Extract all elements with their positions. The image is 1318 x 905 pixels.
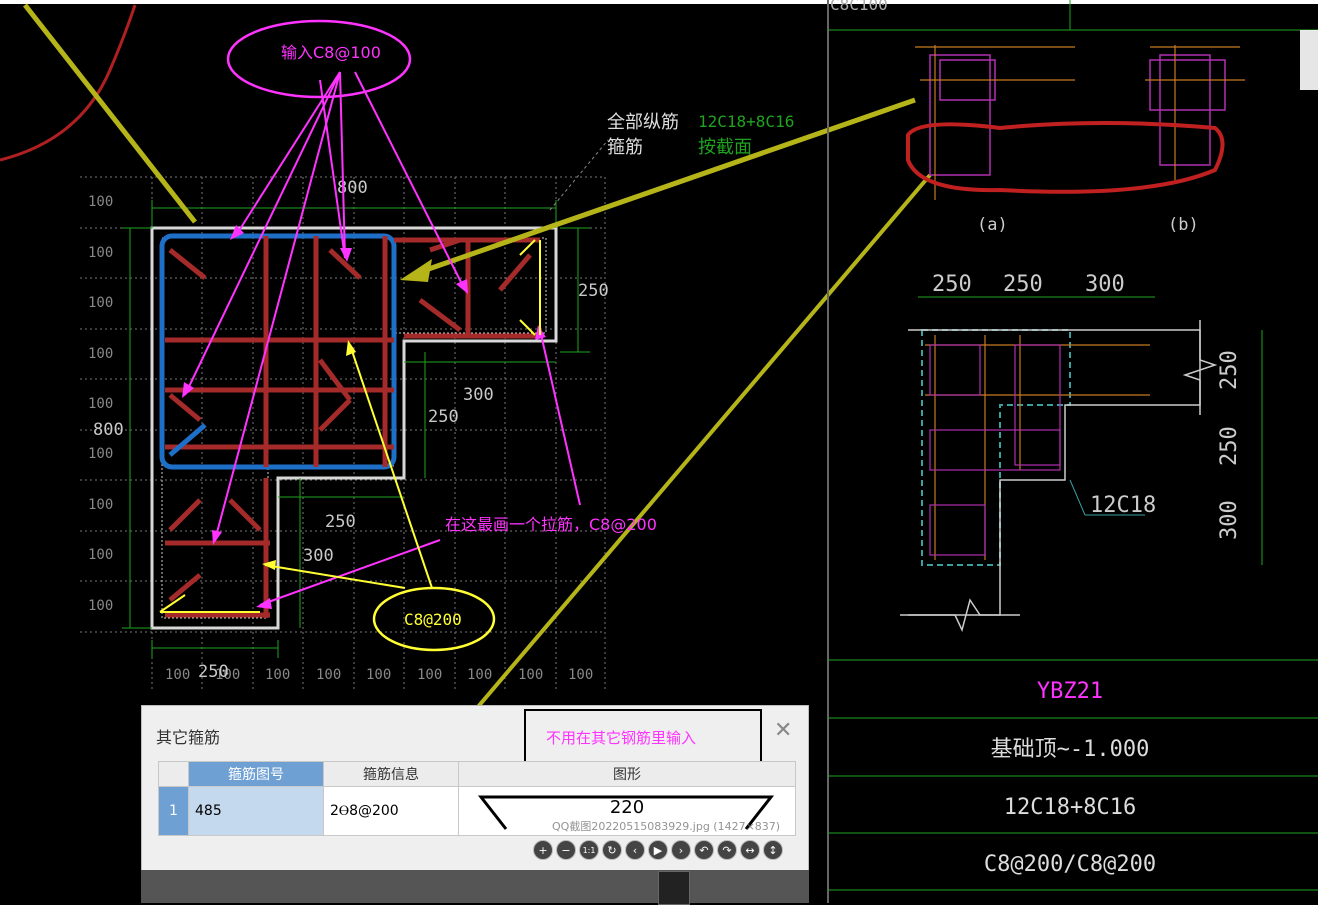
dimension-text: 250 — [325, 512, 356, 532]
dimension-text: 250 — [932, 272, 972, 297]
viewer-bottom-bar — [141, 870, 809, 903]
grid-label: 100 — [88, 547, 113, 563]
legend-label: 全部纵筋 — [607, 112, 679, 133]
stirrup-info-cell[interactable]: 2Ⲑ8@200 — [323, 786, 459, 836]
note-text: 不用在其它钢筋里输入 — [546, 729, 697, 747]
rotate-right-button[interactable]: ↷ — [717, 840, 737, 860]
legend-value: 按截面 — [698, 137, 752, 158]
flip-horizontal-button[interactable]: ↔ — [740, 840, 760, 860]
detail-label-b: (b) — [1168, 215, 1199, 235]
next-button[interactable]: › — [671, 840, 691, 860]
table-cell: C8@200/C8@200 — [984, 852, 1156, 877]
section-outline — [921, 329, 1071, 566]
table-cell: 基础顶~-1.000 — [991, 737, 1150, 762]
viewer-watermark: QQ截图20220515083929.jpg (1427×837) — [552, 820, 781, 833]
grid-label: 100 — [88, 194, 113, 210]
cut-text: C8C100 — [830, 0, 888, 14]
grid-label: 100 — [265, 667, 290, 683]
grid-label: 100 — [88, 245, 113, 261]
row-index[interactable]: 1 — [158, 786, 189, 836]
close-icon[interactable]: ✕ — [774, 718, 792, 743]
detail-a — [929, 54, 1226, 176]
annotation-top: 输入C8@100 — [281, 43, 381, 62]
dimension-text: 250 — [1003, 272, 1043, 297]
table-cell: 12C18+8C16 — [1004, 795, 1136, 820]
zoom-in-button[interactable]: + — [533, 840, 553, 860]
viewer-thumbnail[interactable] — [658, 871, 690, 905]
grid-label: 100 — [366, 667, 391, 683]
dimension-text: 300 — [1217, 500, 1242, 540]
grid-label: 100 — [88, 295, 113, 311]
reset-button[interactable]: ↻ — [602, 840, 622, 860]
dotted-grid — [80, 176, 606, 690]
legend-label: 箍筋 — [607, 137, 643, 158]
dimension-text: 250 — [578, 281, 609, 301]
column-header[interactable]: 图形 — [458, 761, 796, 787]
grid-label: 100 — [88, 446, 113, 462]
row-header-corner — [158, 761, 189, 787]
viewer-controls: + − 1:1 ↻ ‹ ▶ › ↶ ↷ ↔ ↕ — [533, 840, 783, 860]
flip-vertical-button[interactable]: ↕ — [763, 840, 783, 860]
table-cell: YBZ21 — [1037, 679, 1103, 704]
grid-label: 100 — [467, 667, 492, 683]
grid-label: 100 — [88, 497, 113, 513]
grid-label: 100 — [316, 667, 341, 683]
grid-label: 100 — [88, 598, 113, 614]
dimension-text: 250 — [428, 407, 459, 427]
dialog-title: 其它箍筋 — [156, 728, 221, 747]
red-arc — [0, 4, 137, 162]
rebar-label: 12C18 — [1090, 493, 1156, 518]
dimension-text: 800 — [93, 420, 124, 440]
detail-label-a: (a) — [977, 215, 1008, 235]
rebar-lines — [165, 236, 540, 618]
column-header[interactable]: 箍筋信息 — [323, 761, 459, 787]
grid-label: 100 — [165, 667, 190, 683]
zoom-out-button[interactable]: − — [556, 840, 576, 860]
dimension-text: 300 — [1085, 272, 1125, 297]
yellow-arrows — [159, 239, 541, 613]
note-box: 不用在其它钢筋里输入 — [524, 709, 762, 766]
annotation-bottom: C8@200 — [404, 610, 462, 629]
shape-value: 220 — [609, 796, 645, 818]
dimension-text: 300 — [463, 385, 494, 405]
grid-label: 100 — [518, 667, 543, 683]
legend-value: 12C18+8C16 — [698, 112, 794, 131]
annotation-middle: 在这最画一个拉筋，C8@200 — [445, 515, 657, 534]
dimension-text: 300 — [303, 546, 334, 566]
play-button[interactable]: ▶ — [648, 840, 668, 860]
actual-size-button[interactable]: 1:1 — [579, 840, 599, 860]
dimension-text: 800 — [337, 178, 368, 198]
grid-label: 100 — [88, 396, 113, 412]
dimension-text: 250 — [1217, 426, 1242, 466]
grid-label: 100 — [417, 667, 442, 683]
column-header[interactable]: 箍筋图号 — [188, 761, 324, 787]
prev-button[interactable]: ‹ — [625, 840, 645, 860]
grid-label: 100 — [568, 667, 593, 683]
dimension-text: 250 — [198, 662, 229, 682]
dimension-text: 250 — [1217, 350, 1242, 390]
grid-label: 100 — [88, 346, 113, 362]
rotate-left-button[interactable]: ↶ — [694, 840, 714, 860]
stirrup-code-cell[interactable]: 485 — [188, 786, 324, 836]
